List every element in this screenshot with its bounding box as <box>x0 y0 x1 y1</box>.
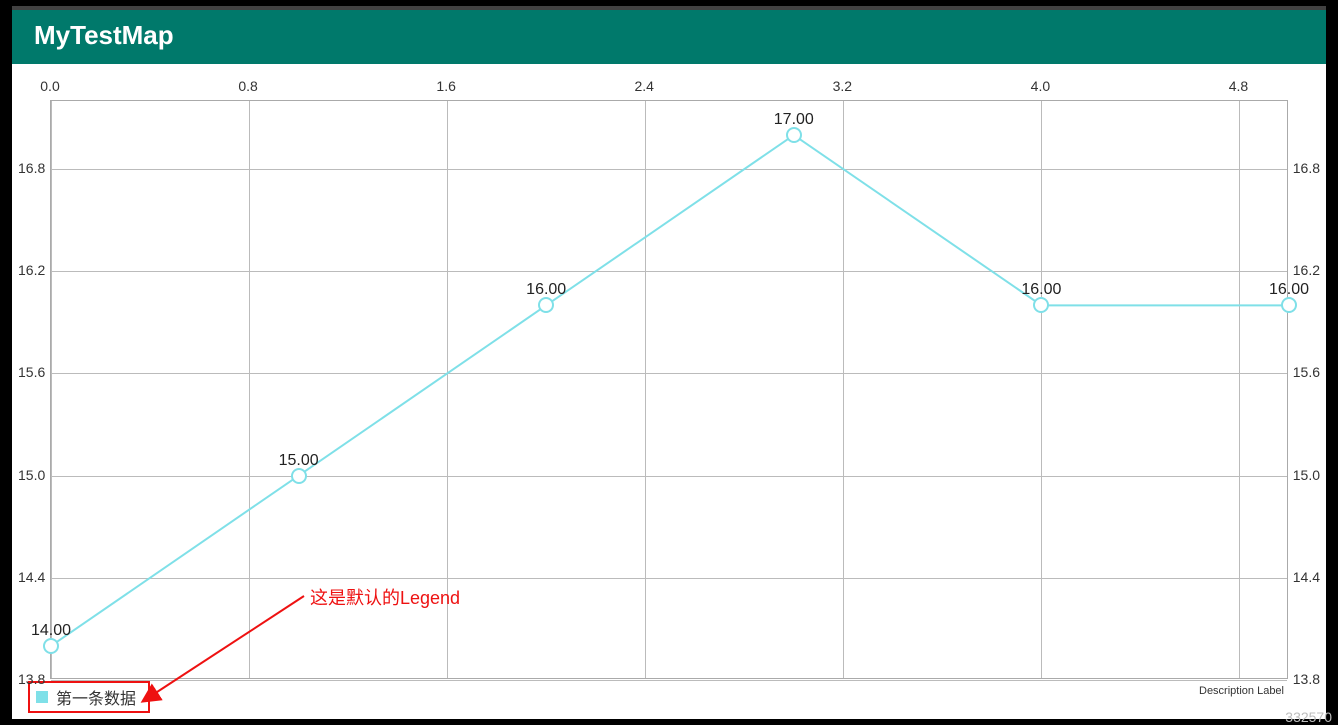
y-tick-label-left: 14.4 <box>18 569 45 585</box>
description-label: Description Label <box>1199 685 1284 697</box>
data-point-label: 16.00 <box>1269 281 1309 299</box>
y-tick-label-right: 16.2 <box>1293 262 1320 278</box>
legend-label: 第一条数据 <box>56 685 136 709</box>
data-point-marker[interactable] <box>43 638 59 654</box>
x-tick-label: 0.8 <box>238 78 257 94</box>
legend: 第一条数据 <box>28 681 150 713</box>
app-title: MyTestMap <box>34 20 174 51</box>
y-tick-label-left: 15.6 <box>18 364 45 380</box>
data-point-marker[interactable] <box>1033 297 1049 313</box>
y-tick-label-left: 13.8 <box>18 671 45 687</box>
y-tick-label-right: 15.0 <box>1293 467 1320 483</box>
data-point-label: 16.00 <box>1021 281 1061 299</box>
y-tick-label-left: 16.2 <box>18 262 45 278</box>
data-point-label: 14.00 <box>31 622 71 640</box>
data-point-label: 15.00 <box>279 452 319 470</box>
y-tick-label-left: 15.0 <box>18 467 45 483</box>
x-tick-label: 2.4 <box>635 78 654 94</box>
plot-area[interactable]: 14.0015.0016.0017.0016.0016.00 <box>50 100 1288 679</box>
x-tick-label: 4.0 <box>1031 78 1050 94</box>
gridline-h <box>51 680 1287 681</box>
y-tick-label-left: 16.8 <box>18 160 45 176</box>
x-tick-label: 3.2 <box>833 78 852 94</box>
window-frame: MyTestMap 14.00 15.00 16.00 17.00 16.00 16.00 <box>0 0 1338 725</box>
data-point-marker[interactable] <box>538 297 554 313</box>
data-point-label: 17.00 <box>774 111 814 129</box>
y-tick-label-right: 13.8 <box>1293 671 1320 687</box>
data-point-marker[interactable] <box>291 468 307 484</box>
watermark-text: 332570 <box>1285 709 1332 725</box>
x-tick-label: 0.0 <box>40 78 59 94</box>
y-tick-label-right: 14.4 <box>1293 569 1320 585</box>
data-point-marker[interactable] <box>1281 297 1297 313</box>
data-point-marker[interactable] <box>786 127 802 143</box>
x-tick-label: 1.6 <box>436 78 455 94</box>
android-status-bar <box>12 6 1326 10</box>
annotation-text: 这是默认的Legend <box>310 584 460 610</box>
data-point-label: 16.00 <box>526 281 566 299</box>
line-series <box>51 101 1287 678</box>
app-frame: MyTestMap 14.00 15.00 16.00 17.00 16.00 16.00 <box>10 4 1328 721</box>
y-tick-label-right: 16.8 <box>1293 160 1320 176</box>
legend-swatch-icon <box>36 691 48 703</box>
chart-container[interactable]: 14.00 15.00 16.00 17.00 16.00 16.00 第一条数据 这是默… <box>14 66 1324 715</box>
x-tick-label: 4.8 <box>1229 78 1248 94</box>
y-tick-label-right: 15.6 <box>1293 364 1320 380</box>
title-bar: MyTestMap <box>12 6 1326 64</box>
